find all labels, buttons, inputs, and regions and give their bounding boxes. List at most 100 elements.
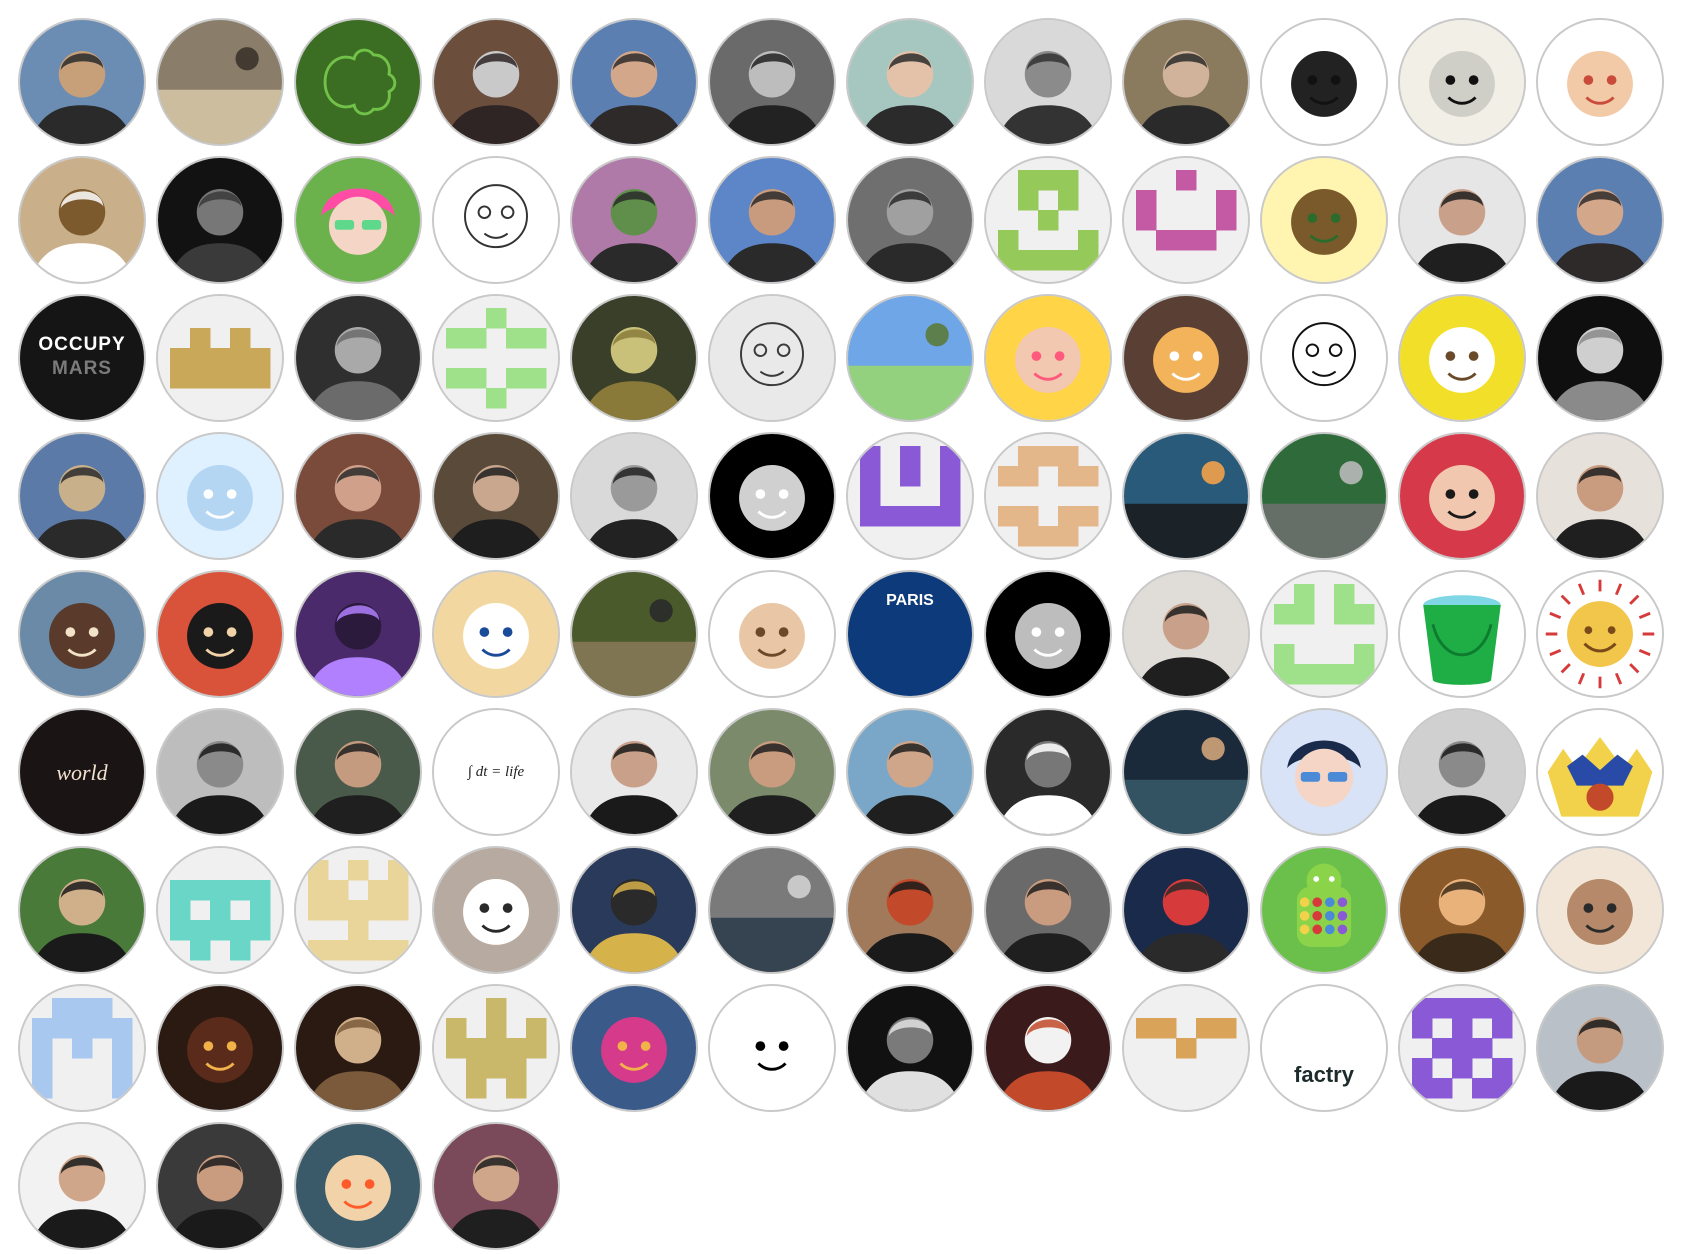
contributor-avatar[interactable] [1398,570,1526,698]
contributor-avatar[interactable] [984,18,1112,146]
contributor-avatar[interactable] [432,18,560,146]
contributor-avatar[interactable] [1536,708,1664,836]
contributor-avatar[interactable] [18,156,146,284]
contributor-avatar[interactable] [846,708,974,836]
contributor-avatar[interactable] [1536,432,1664,560]
contributor-avatar[interactable] [708,570,836,698]
contributor-avatar[interactable] [708,846,836,974]
contributor-avatar[interactable] [18,984,146,1112]
contributor-avatar[interactable] [156,570,284,698]
contributor-avatar[interactable] [708,156,836,284]
contributor-avatar[interactable] [1536,984,1664,1112]
contributor-avatar[interactable] [432,432,560,560]
contributor-avatar[interactable] [1536,18,1664,146]
contributor-avatar[interactable] [570,294,698,422]
contributor-avatar[interactable] [1536,156,1664,284]
contributor-avatar[interactable] [1536,846,1664,974]
contributor-avatar[interactable] [1122,846,1250,974]
contributor-avatar[interactable] [1536,570,1664,698]
contributor-avatar[interactable] [984,708,1112,836]
contributor-avatar[interactable] [156,708,284,836]
contributor-avatar[interactable] [1398,18,1526,146]
contributor-avatar[interactable] [1122,294,1250,422]
contributor-avatar[interactable] [1398,294,1526,422]
contributor-avatar[interactable] [294,708,422,836]
contributor-avatar[interactable] [708,984,836,1112]
contributor-avatar[interactable] [156,432,284,560]
contributor-avatar[interactable] [18,432,146,560]
contributor-avatar[interactable] [708,708,836,836]
contributor-avatar[interactable] [18,570,146,698]
contributor-avatar[interactable] [156,18,284,146]
contributor-avatar[interactable] [708,432,836,560]
contributor-avatar[interactable]: factry [1260,984,1388,1112]
contributor-avatar[interactable] [1260,18,1388,146]
contributor-avatar[interactable] [294,156,422,284]
contributor-avatar[interactable] [18,846,146,974]
contributor-avatar[interactable] [1398,846,1526,974]
contributor-avatar[interactable] [432,1122,560,1250]
contributor-avatar[interactable] [570,984,698,1112]
contributor-avatar[interactable] [1536,294,1664,422]
contributor-avatar[interactable] [708,18,836,146]
contributor-avatar[interactable] [1398,156,1526,284]
contributor-avatar[interactable] [156,156,284,284]
contributor-avatar[interactable] [984,846,1112,974]
contributor-avatar[interactable] [846,294,974,422]
contributor-avatar[interactable] [1398,432,1526,560]
contributor-avatar[interactable] [156,984,284,1112]
contributor-avatar[interactable] [846,18,974,146]
contributor-avatar[interactable] [570,708,698,836]
contributor-avatar[interactable] [1122,156,1250,284]
contributor-avatar[interactable] [846,156,974,284]
contributor-avatar[interactable] [432,846,560,974]
contributor-avatar[interactable] [984,570,1112,698]
contributor-avatar[interactable] [984,984,1112,1112]
contributor-avatar[interactable]: world [18,708,146,836]
contributor-avatar[interactable] [1260,570,1388,698]
contributor-avatar[interactable] [984,294,1112,422]
contributor-avatar[interactable] [156,294,284,422]
contributor-avatar[interactable] [18,1122,146,1250]
contributor-avatar[interactable] [432,984,560,1112]
contributor-avatar[interactable] [432,570,560,698]
contributor-avatar[interactable]: ∫ dt = life [432,708,560,836]
contributor-avatar[interactable] [18,18,146,146]
contributor-avatar[interactable] [570,846,698,974]
contributor-avatar[interactable] [1260,156,1388,284]
contributor-avatar[interactable] [1122,18,1250,146]
contributor-avatar[interactable] [1398,984,1526,1112]
contributor-avatar[interactable] [294,984,422,1112]
contributor-avatar[interactable] [156,1122,284,1250]
contributor-avatar[interactable] [570,156,698,284]
contributor-avatar[interactable] [294,294,422,422]
contributor-avatar[interactable] [156,846,284,974]
contributor-avatar[interactable] [432,294,560,422]
contributor-avatar[interactable] [1398,708,1526,836]
contributor-avatar[interactable] [1122,984,1250,1112]
contributor-avatar[interactable] [570,18,698,146]
contributor-avatar[interactable] [1260,294,1388,422]
contributor-avatar[interactable] [984,156,1112,284]
contributor-avatar[interactable] [1122,708,1250,836]
contributor-avatar[interactable] [1260,846,1388,974]
contributor-avatar[interactable] [846,846,974,974]
contributor-avatar[interactable] [708,294,836,422]
contributor-avatar[interactable] [294,18,422,146]
contributor-avatar[interactable] [1122,570,1250,698]
contributor-avatar[interactable]: OCCUPY MARS [18,294,146,422]
contributor-avatar[interactable] [1122,432,1250,560]
contributor-avatar[interactable] [294,1122,422,1250]
contributor-avatar[interactable] [1260,708,1388,836]
contributor-avatar[interactable] [570,570,698,698]
contributor-avatar[interactable] [294,432,422,560]
contributor-avatar[interactable] [846,432,974,560]
contributor-avatar[interactable] [1260,432,1388,560]
contributor-avatar[interactable] [294,846,422,974]
contributor-avatar[interactable] [570,432,698,560]
contributor-avatar[interactable] [294,570,422,698]
contributor-avatar[interactable] [846,984,974,1112]
contributor-avatar[interactable] [432,156,560,284]
contributor-avatar[interactable] [984,432,1112,560]
contributor-avatar[interactable]: PARIS [846,570,974,698]
